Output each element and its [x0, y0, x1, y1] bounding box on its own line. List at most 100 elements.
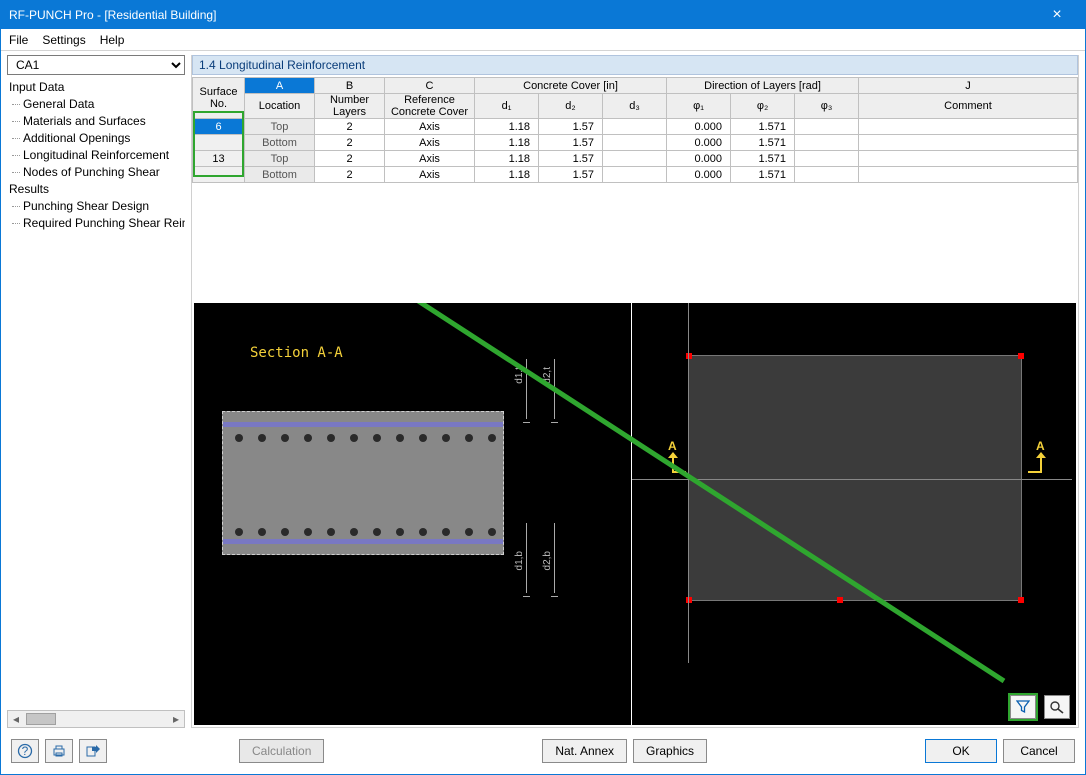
cell-surface[interactable]	[193, 135, 245, 151]
h-location[interactable]: Location	[245, 94, 315, 119]
cell-d1[interactable]: 1.18	[475, 135, 539, 151]
col-C[interactable]: C	[385, 78, 475, 94]
cell-d3[interactable]	[603, 167, 667, 183]
nat-annex-button[interactable]: Nat. Annex	[542, 739, 627, 763]
cell-phi2[interactable]: 1.571	[731, 135, 795, 151]
cell-d3[interactable]	[603, 151, 667, 167]
print-button[interactable]	[45, 739, 73, 763]
export-button[interactable]	[79, 739, 107, 763]
cell-d3[interactable]	[603, 135, 667, 151]
cell-location[interactable]: Bottom	[245, 167, 315, 183]
cell-phi3[interactable]	[795, 167, 859, 183]
tree-results-root[interactable]: Results	[7, 181, 185, 198]
tree-long-reinf[interactable]: Longitudinal Reinforcement	[7, 147, 185, 164]
h-phi1[interactable]: φ₁	[667, 94, 731, 119]
cell-phi1[interactable]: 0.000	[667, 167, 731, 183]
cell-d2[interactable]: 1.57	[539, 167, 603, 183]
cell-layers[interactable]: 2	[315, 135, 385, 151]
table-row[interactable]: Bottom2Axis1.181.57 0.0001.571	[193, 167, 1078, 183]
cell-comment[interactable]	[859, 167, 1078, 183]
magnifier-icon	[1049, 700, 1065, 714]
ok-button[interactable]: OK	[925, 739, 997, 763]
cell-d1[interactable]: 1.18	[475, 151, 539, 167]
cell-layers[interactable]: 2	[315, 119, 385, 135]
cell-d1[interactable]: 1.18	[475, 119, 539, 135]
tree-required-reinf[interactable]: Required Punching Shear Reinforcement	[7, 215, 185, 232]
cell-phi2[interactable]: 1.571	[731, 151, 795, 167]
col-J[interactable]: J	[859, 78, 1078, 94]
close-icon[interactable]: ×	[1037, 6, 1077, 24]
h-d1[interactable]: d₁	[475, 94, 539, 119]
h-comment[interactable]: Comment	[859, 94, 1078, 119]
cell-phi3[interactable]	[795, 151, 859, 167]
graphics-viewer[interactable]: Section A-A d1,t d2,t d1,b d2,b	[194, 303, 1076, 725]
cell-d2[interactable]: 1.57	[539, 151, 603, 167]
col-G[interactable]: Direction of Layers [rad]	[667, 78, 859, 94]
cell-d2[interactable]: 1.57	[539, 119, 603, 135]
cell-ref[interactable]: Axis	[385, 119, 475, 135]
section-view[interactable]: Section A-A d1,t d2,t d1,b d2,b	[194, 303, 632, 725]
h-ref-cover[interactable]: Reference Concrete Cover	[385, 94, 475, 119]
tree-openings[interactable]: Additional Openings	[7, 130, 185, 147]
col-A[interactable]: A	[245, 78, 315, 94]
table-row[interactable]: Bottom2Axis1.181.57 0.0001.571	[193, 135, 1078, 151]
cell-comment[interactable]	[859, 135, 1078, 151]
table-row[interactable]: 13Top2Axis1.181.57 0.0001.571	[193, 151, 1078, 167]
scroll-right-icon[interactable]: ▸	[168, 712, 184, 726]
h-d3[interactable]: d₃	[603, 94, 667, 119]
cell-phi2[interactable]: 1.571	[731, 119, 795, 135]
cell-phi1[interactable]: 0.000	[667, 119, 731, 135]
graphics-button[interactable]: Graphics	[633, 739, 707, 763]
h-phi3[interactable]: φ₃	[795, 94, 859, 119]
cell-d2[interactable]: 1.57	[539, 135, 603, 151]
menu-file[interactable]: File	[9, 33, 28, 47]
cell-phi2[interactable]: 1.571	[731, 167, 795, 183]
col-surface[interactable]: Surface No.	[193, 78, 245, 119]
cell-ref[interactable]: Axis	[385, 135, 475, 151]
help-button[interactable]: ?	[11, 739, 39, 763]
cell-phi1[interactable]: 0.000	[667, 135, 731, 151]
filter-button[interactable]	[1010, 695, 1036, 719]
funnel-icon	[1016, 700, 1030, 714]
cell-surface[interactable]	[193, 167, 245, 183]
h-phi2[interactable]: φ₂	[731, 94, 795, 119]
tree-input-root[interactable]: Input Data	[7, 79, 185, 96]
cell-ref[interactable]: Axis	[385, 151, 475, 167]
zoom-button[interactable]	[1044, 695, 1070, 719]
cell-surface[interactable]: 6	[193, 119, 245, 135]
col-B[interactable]: B	[315, 78, 385, 94]
cell-phi3[interactable]	[795, 135, 859, 151]
scroll-left-icon[interactable]: ◂	[8, 712, 24, 726]
scroll-thumb[interactable]	[26, 713, 56, 725]
case-select[interactable]: CA1	[7, 55, 185, 75]
col-D[interactable]: Concrete Cover [in]	[475, 78, 667, 94]
reinforcement-table[interactable]: Surface No. A B C Concrete Cover [in] Di…	[192, 77, 1078, 299]
h-num-layers[interactable]: Number Layers	[315, 94, 385, 119]
cell-comment[interactable]	[859, 119, 1078, 135]
cell-layers[interactable]: 2	[315, 151, 385, 167]
calculation-button[interactable]: Calculation	[239, 739, 324, 763]
cell-surface[interactable]: 13	[193, 151, 245, 167]
tree-hscroll[interactable]: ◂ ▸	[7, 710, 185, 728]
h-d2[interactable]: d₂	[539, 94, 603, 119]
cell-phi1[interactable]: 0.000	[667, 151, 731, 167]
cell-d3[interactable]	[603, 119, 667, 135]
cell-layers[interactable]: 2	[315, 167, 385, 183]
cell-location[interactable]: Top	[245, 119, 315, 135]
menu-settings[interactable]: Settings	[42, 33, 85, 47]
table-row[interactable]: 6Top2Axis1.181.57 0.0001.571	[193, 119, 1078, 135]
panel-title: 1.4 Longitudinal Reinforcement	[192, 55, 1078, 75]
tree-materials[interactable]: Materials and Surfaces	[7, 113, 185, 130]
cancel-button[interactable]: Cancel	[1003, 739, 1075, 763]
cell-ref[interactable]: Axis	[385, 167, 475, 183]
tree-general-data[interactable]: General Data	[7, 96, 185, 113]
cell-location[interactable]: Top	[245, 151, 315, 167]
cell-d1[interactable]: 1.18	[475, 167, 539, 183]
plan-view[interactable]: A A	[632, 303, 1076, 725]
cell-comment[interactable]	[859, 151, 1078, 167]
tree-punching-design[interactable]: Punching Shear Design	[7, 198, 185, 215]
tree-nodes-punching[interactable]: Nodes of Punching Shear	[7, 164, 185, 181]
cell-location[interactable]: Bottom	[245, 135, 315, 151]
menu-help[interactable]: Help	[100, 33, 125, 47]
cell-phi3[interactable]	[795, 119, 859, 135]
